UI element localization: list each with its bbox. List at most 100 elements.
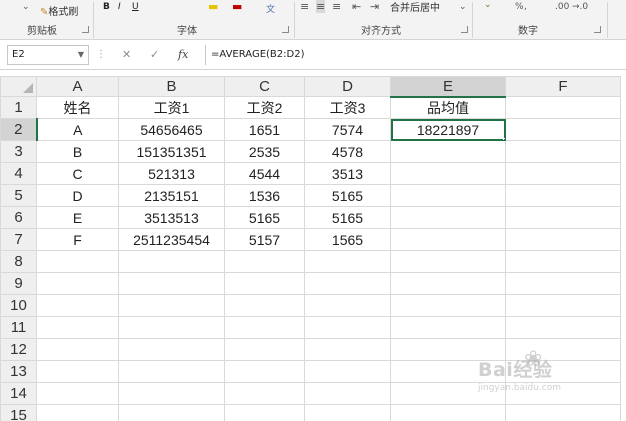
row-header-15[interactable]: 15 xyxy=(0,404,37,421)
cell-e3[interactable] xyxy=(390,140,506,163)
cell-e12[interactable] xyxy=(390,338,506,361)
cell-f13[interactable] xyxy=(505,360,621,383)
cell-a13[interactable] xyxy=(36,360,119,383)
increase-decimal-button[interactable]: .00 xyxy=(555,2,569,12)
row-header-12[interactable]: 12 xyxy=(0,338,37,361)
merge-dropdown-icon[interactable]: ⌄ xyxy=(459,2,467,12)
formula-input[interactable]: =AVERAGE(B2:D2) xyxy=(205,45,626,65)
row-header-2[interactable]: 2 xyxy=(0,118,38,141)
cell-f5[interactable] xyxy=(505,184,621,207)
select-all-corner[interactable] xyxy=(0,76,37,97)
cell-e13[interactable] xyxy=(390,360,506,383)
cell-f14[interactable] xyxy=(505,382,621,405)
cell-e7[interactable] xyxy=(390,228,506,251)
row-header-13[interactable]: 13 xyxy=(0,360,37,383)
cell-b11[interactable] xyxy=(118,316,225,339)
number-dialog-launcher[interactable] xyxy=(594,26,601,33)
cell-c2[interactable]: 1651 xyxy=(224,118,305,141)
cell-d4[interactable]: 3513 xyxy=(304,162,391,185)
cell-d12[interactable] xyxy=(304,338,391,361)
cell-c15[interactable] xyxy=(224,404,305,421)
cell-d11[interactable] xyxy=(304,316,391,339)
cell-d10[interactable] xyxy=(304,294,391,317)
cancel-icon[interactable]: ✕ xyxy=(122,48,131,61)
cell-d14[interactable] xyxy=(304,382,391,405)
cell-d6[interactable]: 5165 xyxy=(304,206,391,229)
cell-f3[interactable] xyxy=(505,140,621,163)
cell-a6[interactable]: E xyxy=(36,206,119,229)
cell-e1[interactable]: 品均值 xyxy=(390,96,506,119)
align-left-icon[interactable]: ≡ xyxy=(300,0,309,13)
cell-f8[interactable] xyxy=(505,250,621,273)
cell-d8[interactable] xyxy=(304,250,391,273)
cell-c10[interactable] xyxy=(224,294,305,317)
cell-a14[interactable] xyxy=(36,382,119,405)
alignment-dialog-launcher[interactable] xyxy=(461,26,468,33)
cell-a15[interactable] xyxy=(36,404,119,421)
row-header-3[interactable]: 3 xyxy=(0,140,37,163)
cell-a8[interactable] xyxy=(36,250,119,273)
cell-c14[interactable] xyxy=(224,382,305,405)
cell-e11[interactable] xyxy=(390,316,506,339)
indent-increase-icon[interactable]: ⇥ xyxy=(370,0,379,13)
column-header-d[interactable]: D xyxy=(304,76,391,97)
cell-e5[interactable] xyxy=(390,184,506,207)
underline-icon[interactable]: U xyxy=(132,2,139,12)
cell-e4[interactable] xyxy=(390,162,506,185)
percent-style-button[interactable]: % xyxy=(515,2,524,12)
cell-d7[interactable]: 1565 xyxy=(304,228,391,251)
cell-c8[interactable] xyxy=(224,250,305,273)
cell-e15[interactable] xyxy=(390,404,506,421)
clipboard-dialog-launcher[interactable] xyxy=(82,26,89,33)
cell-e10[interactable] xyxy=(390,294,506,317)
scissors-icon[interactable]: ⌄ xyxy=(22,2,30,12)
cell-e6[interactable] xyxy=(390,206,506,229)
column-header-b[interactable]: B xyxy=(118,76,225,97)
cell-d2[interactable]: 7574 xyxy=(304,118,391,141)
cell-c7[interactable]: 5157 xyxy=(224,228,305,251)
cell-a9[interactable] xyxy=(36,272,119,295)
cell-f11[interactable] xyxy=(505,316,621,339)
cell-b4[interactable]: 521313 xyxy=(118,162,225,185)
cell-f10[interactable] xyxy=(505,294,621,317)
cell-f4[interactable] xyxy=(505,162,621,185)
cell-a1[interactable]: 姓名 xyxy=(36,96,119,119)
cell-d3[interactable]: 4578 xyxy=(304,140,391,163)
cell-c3[interactable]: 2535 xyxy=(224,140,305,163)
format-painter-button[interactable]: ✎格式刷 xyxy=(40,3,78,18)
fill-color-icon[interactable]: ▬ xyxy=(208,0,218,13)
cell-c5[interactable]: 1536 xyxy=(224,184,305,207)
cell-f9[interactable] xyxy=(505,272,621,295)
cell-a3[interactable]: B xyxy=(36,140,119,163)
cell-a7[interactable]: F xyxy=(36,228,119,251)
row-header-14[interactable]: 14 xyxy=(0,382,37,405)
active-cell-e2[interactable]: 18221897 xyxy=(390,118,506,141)
cell-b3[interactable]: 151351351 xyxy=(118,140,225,163)
cell-b8[interactable] xyxy=(118,250,225,273)
row-header-11[interactable]: 11 xyxy=(0,316,37,339)
cell-c1[interactable]: 工资2 xyxy=(224,96,305,119)
cell-e9[interactable] xyxy=(390,272,506,295)
insert-function-icon[interactable]: fx xyxy=(178,48,188,61)
cell-d5[interactable]: 5165 xyxy=(304,184,391,207)
cell-b2[interactable]: 54656465 xyxy=(118,118,225,141)
cell-f6[interactable] xyxy=(505,206,621,229)
cell-e8[interactable] xyxy=(390,250,506,273)
align-right-icon[interactable]: ≡ xyxy=(332,0,341,13)
cell-c12[interactable] xyxy=(224,338,305,361)
cell-b5[interactable]: 2135151 xyxy=(118,184,225,207)
cell-f2[interactable] xyxy=(505,118,621,141)
cell-b12[interactable] xyxy=(118,338,225,361)
cell-f12[interactable] xyxy=(505,338,621,361)
cell-a5[interactable]: D xyxy=(36,184,119,207)
cell-c4[interactable]: 4544 xyxy=(224,162,305,185)
cell-b10[interactable] xyxy=(118,294,225,317)
cell-f15[interactable] xyxy=(505,404,621,421)
cell-c11[interactable] xyxy=(224,316,305,339)
cell-d1[interactable]: 工资3 xyxy=(304,96,391,119)
row-header-7[interactable]: 7 xyxy=(0,228,37,251)
chevron-down-icon[interactable]: ▼ xyxy=(78,46,84,64)
cell-b13[interactable] xyxy=(118,360,225,383)
decrease-decimal-button[interactable]: →.0 xyxy=(572,2,588,12)
merge-center-button[interactable]: 合并后居中 xyxy=(390,0,440,14)
